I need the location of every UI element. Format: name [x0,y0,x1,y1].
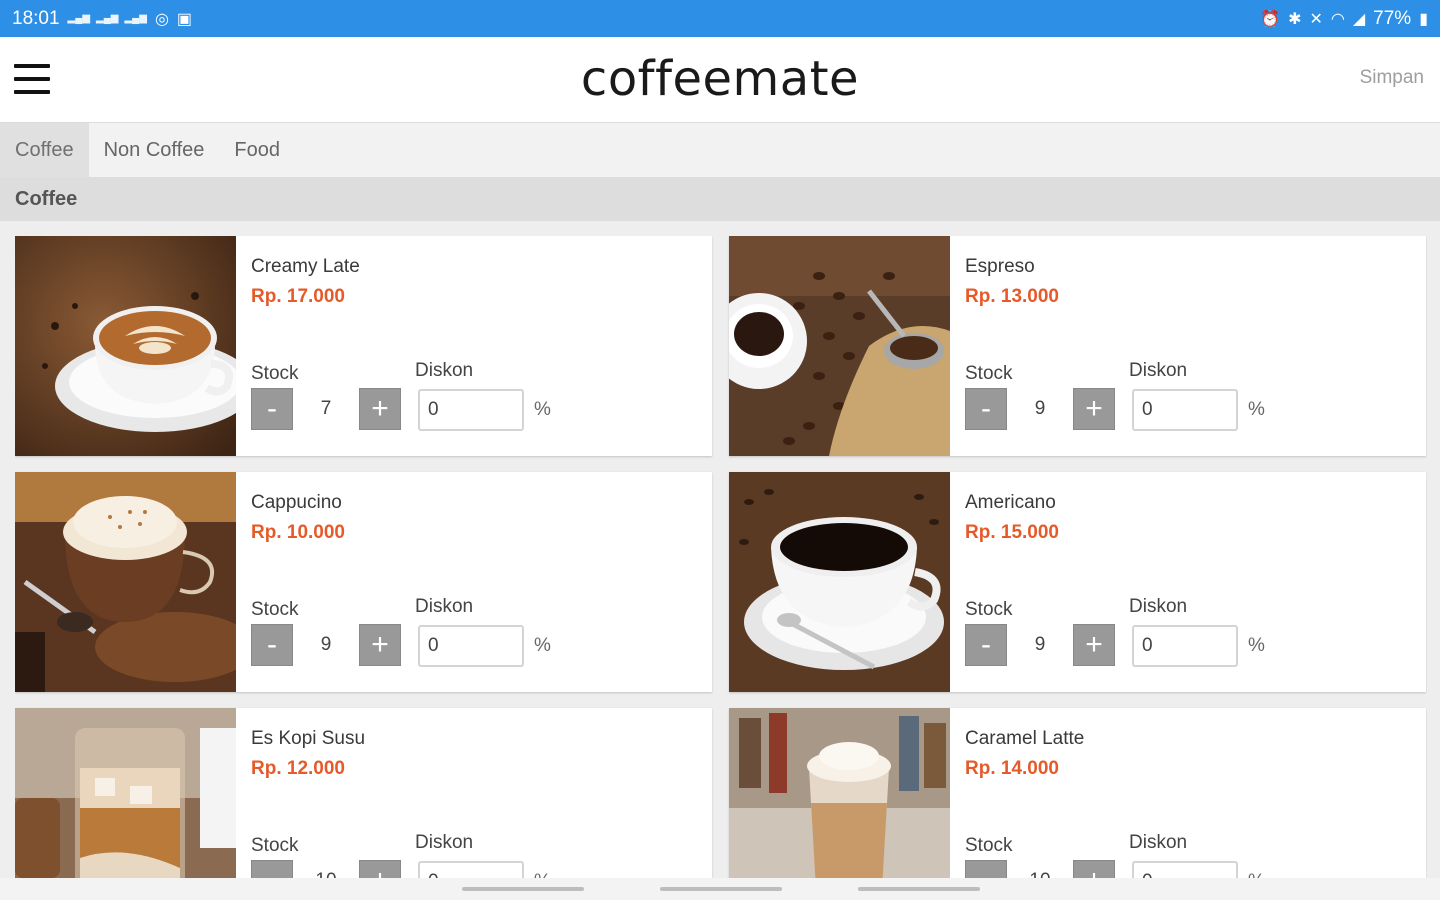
instagram-icon: ◎ [154,10,169,28]
diskon-label: Diskon [415,832,474,853]
product-card: Espreso Rp. 13.000 Stock Diskon - 9 + 0 … [729,236,1426,456]
diskon-input[interactable]: 0 [1132,389,1238,431]
product-card: Caramel Latte Rp. 14.000 Stock Diskon - … [729,708,1426,878]
product-price: Rp. 12.000 [251,758,345,779]
diskon-input[interactable]: 0 [1132,625,1238,667]
product-price: Rp. 13.000 [965,286,1059,307]
status-bar: 18:01 ▂▄▆ ▂▄▆ ▂▄▆ ◎ ▣ ⏰ ✱ ✕ ◠ ◢ 77% ▮ [0,0,1440,37]
stock-stepper: - 7 + [251,388,401,430]
product-image-caramel-latte [729,708,950,878]
diskon-input[interactable]: 0 [1132,861,1238,878]
percent-sign: % [1248,399,1265,420]
product-name: Caramel Latte [965,728,1085,749]
stock-increment-button[interactable]: + [1073,388,1115,430]
mute-icon: ✕ [1309,10,1323,28]
battery-icon: ▮ [1419,10,1428,28]
product-card: Cappucino Rp. 10.000 Stock Diskon - 9 + … [15,472,712,692]
alarm-icon: ⏰ [1260,10,1281,28]
stock-stepper: - 10 + [251,860,401,878]
percent-sign: % [1248,871,1265,878]
diskon-label: Diskon [415,596,474,617]
product-name: Es Kopi Susu [251,728,366,749]
nav-home-handle[interactable] [660,887,782,891]
stock-increment-button[interactable]: + [359,388,401,430]
percent-sign: % [534,635,551,656]
stock-value[interactable]: 9 [293,624,359,666]
diskon-label: Diskon [1129,596,1188,617]
stock-increment-button[interactable]: + [359,624,401,666]
bluetooth-icon: ✱ [1288,10,1302,28]
app-bar: coffeemate Simpan [0,37,1440,123]
product-grid: Creamy Late Rp. 17.000 Stock Diskon - 7 … [15,236,1427,878]
stock-decrement-button[interactable]: - [965,860,1007,878]
product-image-cappuccino [15,472,236,692]
nav-back-handle[interactable] [462,887,584,891]
product-price: Rp. 17.000 [251,286,345,307]
stock-increment-button[interactable]: + [1073,624,1115,666]
stock-label: Stock [251,835,299,856]
stock-label: Stock [251,599,299,620]
diskon-label: Diskon [415,360,474,381]
stock-stepper: - 9 + [965,624,1115,666]
product-price: Rp. 14.000 [965,758,1059,779]
product-image-espresso-beans [729,236,950,456]
stock-label: Stock [965,363,1013,384]
signal-icon: ▂▄▆ [67,13,91,24]
stock-value[interactable]: 9 [1007,624,1073,666]
signal-icon: ▂▄▆ [124,13,147,24]
stock-value[interactable]: 7 [293,388,359,430]
wifi-icon: ◠ [1330,10,1345,28]
diskon-input[interactable]: 0 [418,389,524,431]
stock-value[interactable]: 10 [1007,860,1073,878]
stock-increment-button[interactable]: + [359,860,401,878]
product-image-americano [729,472,950,692]
diskon-input[interactable]: 0 [418,625,524,667]
product-card: Americano Rp. 15.000 Stock Diskon - 9 + … [729,472,1426,692]
diskon-input[interactable]: 0 [418,861,524,878]
section-title: Coffee [0,177,1440,221]
stock-decrement-button[interactable]: - [965,388,1007,430]
stock-decrement-button[interactable]: - [251,388,293,430]
product-card: Creamy Late Rp. 17.000 Stock Diskon - 7 … [15,236,712,456]
diskon-label: Diskon [1129,832,1188,853]
image-icon: ▣ [176,10,193,28]
app-logo: coffeemate [580,51,860,107]
stock-stepper: - 9 + [251,624,401,666]
product-name: Creamy Late [251,256,360,277]
stock-value[interactable]: 9 [1007,388,1073,430]
stock-label: Stock [965,599,1013,620]
product-name: Cappucino [251,492,342,513]
stock-stepper: - 10 + [965,860,1115,878]
save-button[interactable]: Simpan [1360,67,1424,89]
percent-sign: % [1248,635,1265,656]
product-card: Es Kopi Susu Rp. 12.000 Stock Diskon - 1… [15,708,712,878]
stock-value[interactable]: 10 [293,860,359,878]
stock-decrement-button[interactable]: - [251,624,293,666]
stock-label: Stock [251,363,299,384]
diskon-label: Diskon [1129,360,1188,381]
battery-percentage: 77% [1373,7,1412,29]
stock-decrement-button[interactable]: - [965,624,1007,666]
percent-sign: % [534,871,551,878]
signal-icon: ▂▄▆ [96,13,119,24]
product-price: Rp. 10.000 [251,522,345,543]
stock-stepper: - 9 + [965,388,1115,430]
stock-increment-button[interactable]: + [1073,860,1115,878]
category-tabs: Coffee Non Coffee Food [0,123,1440,177]
stock-label: Stock [965,835,1013,856]
product-image-iced-coffee [15,708,236,878]
product-price: Rp. 15.000 [965,522,1059,543]
cell-signal-icon: ◢ [1352,10,1366,28]
product-name: Americano [965,492,1056,513]
tab-non-coffee[interactable]: Non Coffee [89,123,220,177]
product-name: Espreso [965,256,1035,277]
tab-food[interactable]: Food [219,123,295,177]
percent-sign: % [534,399,551,420]
stock-decrement-button[interactable]: - [251,860,293,878]
bottom-navigation-bar [0,878,1440,900]
status-time: 18:01 [12,7,60,29]
tab-coffee[interactable]: Coffee [0,123,89,177]
nav-recents-handle[interactable] [858,887,980,891]
product-image-latte-art [15,236,236,456]
